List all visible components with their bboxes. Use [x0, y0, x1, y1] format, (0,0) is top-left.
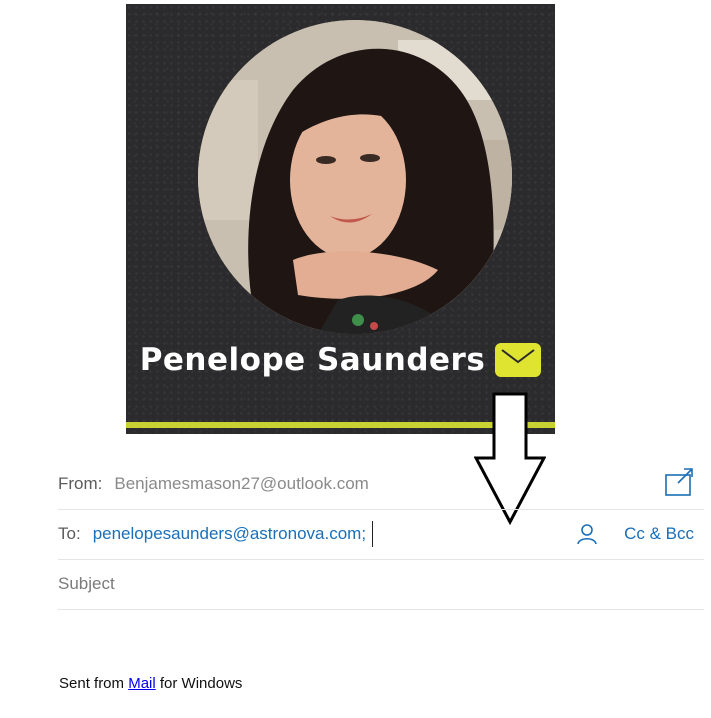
cc-bcc-button[interactable]: Cc & Bcc: [624, 524, 694, 544]
subject-field[interactable]: Subject: [58, 559, 704, 610]
signature-prefix: Sent from: [59, 675, 129, 692]
email-signature: Sent from Mail for Windows: [59, 675, 242, 692]
profile-photo: [198, 20, 512, 334]
from-address[interactable]: Benjamesmason27@outlook.com: [114, 474, 368, 494]
to-actions: Cc & Bcc: [576, 509, 694, 559]
from-label: From:: [58, 474, 103, 493]
envelope-icon: [495, 343, 542, 377]
text-cursor: [372, 521, 374, 547]
card-name: Penelope Saunders: [139, 342, 486, 378]
to-row: To: penelopesaunders@astronova.com; Cc &…: [58, 509, 704, 560]
to-recipient[interactable]: penelopesaunders@astronova.com;: [93, 524, 366, 544]
person-icon[interactable]: [576, 523, 598, 545]
mail-link[interactable]: Mail: [128, 675, 156, 692]
signature-suffix: for Windows: [155, 675, 243, 692]
subject-placeholder: Subject: [58, 574, 115, 593]
profile-card-image: Penelope Saunders: [126, 4, 555, 434]
to-label: To:: [58, 524, 81, 543]
popout-window-icon[interactable]: [664, 467, 694, 497]
from-row: From: Benjamesmason27@outlook.com: [58, 459, 704, 510]
